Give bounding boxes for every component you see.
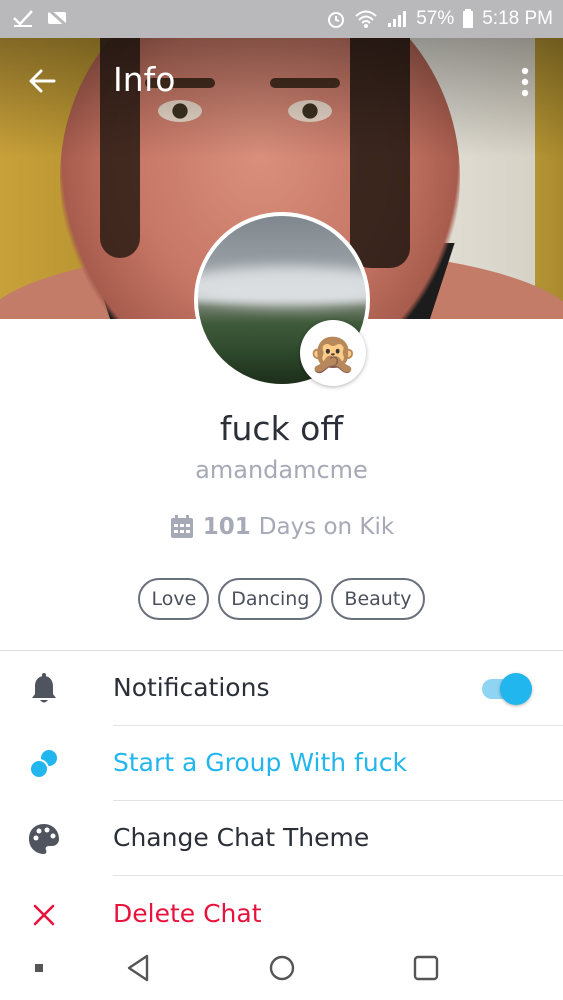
notifications-row[interactable]: Notifications [0,651,563,726]
days-label: Days on Kik [258,514,395,540]
page-title: Info [113,60,176,99]
emoji-badge[interactable]: 🙊 [300,320,366,386]
status-bar: 57% 5:18 PM [0,0,563,38]
checkmark-icon [13,10,33,27]
calendar-icon [170,515,193,538]
nav-dot-icon[interactable] [34,963,44,973]
interest-tags: Love Dancing Beauty [0,578,563,620]
arrow-left-icon[interactable] [26,64,60,98]
more-vertical-icon[interactable] [514,66,536,98]
system-nav-bar [0,940,563,1000]
tag-chip[interactable]: Beauty [331,578,425,620]
group-bubbles-icon [24,744,64,784]
delete-chat-label: Delete Chat [113,899,262,928]
notifications-label: Notifications [113,673,270,702]
status-right-icons: 57% 5:18 PM [326,7,553,31]
change-theme-row[interactable]: Change Chat Theme [0,801,563,876]
days-on-kik: 101 Days on Kik [0,514,563,540]
avatar-fog [198,266,366,306]
start-group-label: Start a Group With fuck [113,748,407,777]
nav-home-icon[interactable] [268,954,296,982]
bell-icon [24,669,64,709]
change-theme-label: Change Chat Theme [113,823,370,852]
tag-chip[interactable]: Love [138,578,210,620]
battery-percent: 57% [416,8,455,29]
signal-icon [388,11,407,27]
start-group-row[interactable]: Start a Group With fuck [0,726,563,801]
days-count: 101 [202,514,251,540]
display-name: fuck off [219,409,344,448]
no-sync-icon [48,8,68,28]
nav-recents-icon[interactable] [412,954,440,982]
alarm-icon [328,12,345,28]
palette-icon [24,819,64,859]
status-time: 5:18 PM [482,8,553,29]
app-bar: Info [0,38,563,124]
nav-back-icon[interactable] [125,953,151,983]
status-left-icons [12,8,70,28]
username: amandamcme [195,456,368,484]
close-x-icon [24,895,64,935]
wifi-icon [355,10,377,28]
row-divider [113,875,563,876]
battery-icon [463,9,474,28]
toggle-knob [500,673,532,705]
notifications-toggle[interactable] [482,671,534,705]
tag-chip[interactable]: Dancing [218,578,323,620]
